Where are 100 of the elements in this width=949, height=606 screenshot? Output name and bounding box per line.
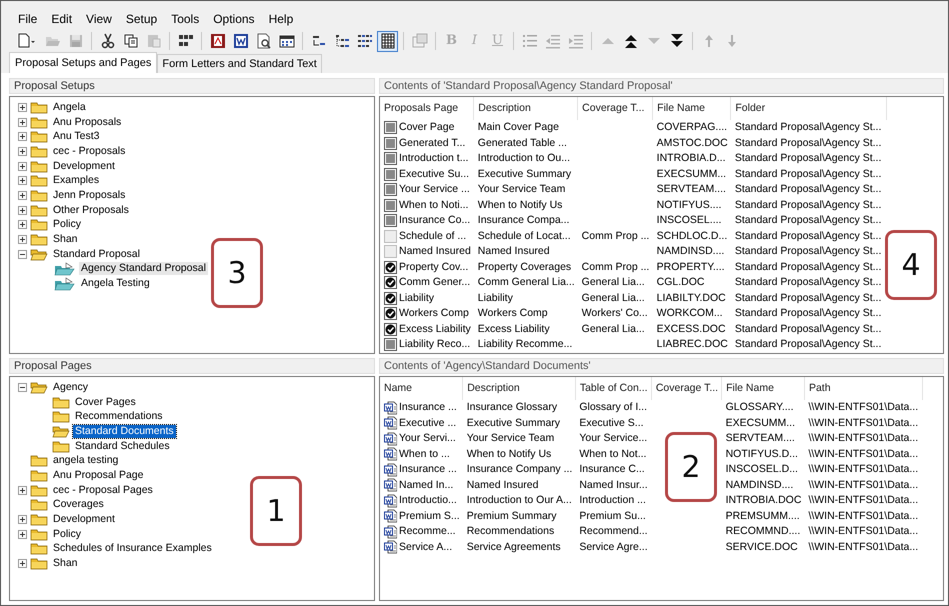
expand-icon[interactable] <box>18 162 27 171</box>
tree-item[interactable]: Standard Proposal <box>51 248 142 261</box>
expand-icon[interactable] <box>18 206 27 215</box>
checkbox[interactable] <box>384 230 397 242</box>
column-header[interactable]: Proposals Page <box>380 97 474 120</box>
column-header[interactable]: Table of Con... <box>575 377 652 400</box>
table-cell[interactable]: Executive Su... <box>399 166 470 182</box>
callout-label: 2 <box>665 432 717 502</box>
tree-item[interactable]: Jenn Proposals <box>51 188 128 202</box>
tree-item[interactable]: Agency Standard Proposal <box>79 262 208 276</box>
table-cell[interactable]: Insurance ... <box>399 400 457 415</box>
tree-item[interactable]: cec - Proposal Pages <box>51 484 155 497</box>
expand-icon[interactable] <box>18 190 27 200</box>
table-cell[interactable]: Introductio... <box>399 493 457 508</box>
menu-item[interactable]: Options <box>206 10 262 29</box>
expand-icon[interactable] <box>18 530 27 539</box>
column-header[interactable]: Coverage T... <box>578 97 653 120</box>
table-cell[interactable]: Recomme... <box>399 524 456 539</box>
column-header[interactable]: Description <box>474 97 578 120</box>
tree-item[interactable]: Shan <box>51 557 80 570</box>
tab[interactable]: Form Letters and Standard Text <box>157 54 322 73</box>
tree-item[interactable]: cec - Proposals <box>51 144 128 158</box>
tree-item[interactable]: Agency <box>51 380 90 394</box>
table-cell[interactable]: Premium S... <box>399 508 460 524</box>
tab[interactable]: Proposal Setups and Pages <box>9 52 158 73</box>
table-cell[interactable]: Named In... <box>399 478 454 492</box>
menu-item[interactable]: Setup <box>118 10 164 29</box>
expand-icon[interactable] <box>18 235 27 244</box>
table-cell[interactable]: Liability Reco... <box>399 337 470 352</box>
table-cell[interactable]: Named Insured <box>399 244 471 259</box>
tree-item[interactable]: Standard Documents <box>73 424 176 438</box>
tree-item[interactable]: Development <box>51 160 117 173</box>
column-header[interactable]: File Name <box>722 377 804 400</box>
tree-item[interactable]: Examples <box>51 174 102 188</box>
expand-icon[interactable] <box>18 102 27 112</box>
table-cell[interactable]: Workers Comp <box>399 306 469 321</box>
checkbox[interactable] <box>384 260 397 274</box>
collapse-icon[interactable] <box>18 250 27 259</box>
column-header[interactable]: Description <box>462 377 576 400</box>
expand-icon[interactable] <box>18 559 27 568</box>
expand-icon[interactable] <box>18 515 27 524</box>
tree-item[interactable]: Angela Testing <box>79 277 152 290</box>
menu-item[interactable]: Help <box>262 10 300 29</box>
tree-item[interactable]: Cover Pages <box>73 396 138 409</box>
collapse-icon[interactable] <box>18 382 27 392</box>
tree-item[interactable]: Anu Test3 <box>51 130 102 144</box>
tree-item[interactable]: Development <box>51 513 117 526</box>
table-cell[interactable]: When to ... <box>399 446 450 462</box>
table-cell[interactable]: Service A... <box>399 540 452 554</box>
tree-item[interactable]: Standard Schedules <box>73 440 172 453</box>
column-header[interactable]: File Name <box>652 97 731 120</box>
table-cell[interactable]: Excess Liability <box>399 322 471 336</box>
menu-item[interactable]: Tools <box>164 10 206 29</box>
expand-icon[interactable] <box>18 146 27 156</box>
table-cell[interactable]: Insurance ... <box>399 462 457 477</box>
checkbox[interactable] <box>384 322 397 336</box>
table-cell[interactable]: Schedule of ... <box>399 228 466 244</box>
checkbox[interactable] <box>384 292 397 304</box>
column-header[interactable]: Path <box>804 377 922 400</box>
table-cell[interactable]: Insurance Co... <box>399 213 470 228</box>
expand-icon[interactable] <box>18 220 27 230</box>
tree-item[interactable]: Shan <box>51 233 80 246</box>
table-cell[interactable]: Comm Gener... <box>399 275 470 290</box>
tree-item[interactable]: Coverages <box>51 498 106 512</box>
expand-icon[interactable] <box>18 118 27 127</box>
table-cell[interactable]: Executive ... <box>399 416 456 430</box>
table-cell[interactable]: Generated T... <box>399 136 466 150</box>
tree-item[interactable]: Recommendations <box>73 410 165 424</box>
tree-item[interactable]: Other Proposals <box>51 204 131 217</box>
table-cell[interactable]: Property Cov... <box>399 260 468 274</box>
included-icon <box>384 152 397 165</box>
menu-item[interactable]: File <box>11 10 44 29</box>
column-header[interactable]: Folder <box>730 97 887 120</box>
tree-item[interactable]: angela testing <box>51 454 120 468</box>
checkbox[interactable] <box>384 276 397 289</box>
expand-icon[interactable] <box>18 176 27 186</box>
checkbox[interactable] <box>384 307 397 320</box>
table-cell[interactable]: Your Service ... <box>399 182 470 197</box>
table-cell: Named Insured <box>466 478 538 490</box>
expand-icon[interactable] <box>18 486 27 495</box>
table-cell: Executive Summary <box>478 168 572 180</box>
tree-item[interactable]: Policy <box>51 528 84 541</box>
tree-item[interactable]: Schedules of Insurance Examples <box>51 542 214 556</box>
table-cell: RECOMMND.... <box>726 525 800 537</box>
tree-item[interactable]: Anu Proposals <box>51 116 124 129</box>
table-cell[interactable]: Liability <box>399 290 434 306</box>
tree-item[interactable]: Policy <box>51 218 84 232</box>
expand-icon[interactable] <box>18 132 27 142</box>
tree-item[interactable]: Anu Proposal Page <box>51 468 146 482</box>
checkbox[interactable] <box>384 245 397 258</box>
column-header[interactable]: Name <box>380 377 463 400</box>
column-header[interactable]: Coverage T... <box>651 377 722 400</box>
table-cell[interactable]: Introduction t... <box>399 151 468 166</box>
table-cell[interactable]: Cover Page <box>399 120 454 135</box>
menu-item[interactable]: View <box>79 10 119 29</box>
table-cell[interactable]: When to Noti... <box>399 198 468 212</box>
toolbar-button[interactable] <box>377 30 398 52</box>
tree-item[interactable]: Angela <box>51 100 88 114</box>
table-cell[interactable]: Your Servi... <box>399 431 456 446</box>
menu-item[interactable]: Edit <box>44 10 80 29</box>
